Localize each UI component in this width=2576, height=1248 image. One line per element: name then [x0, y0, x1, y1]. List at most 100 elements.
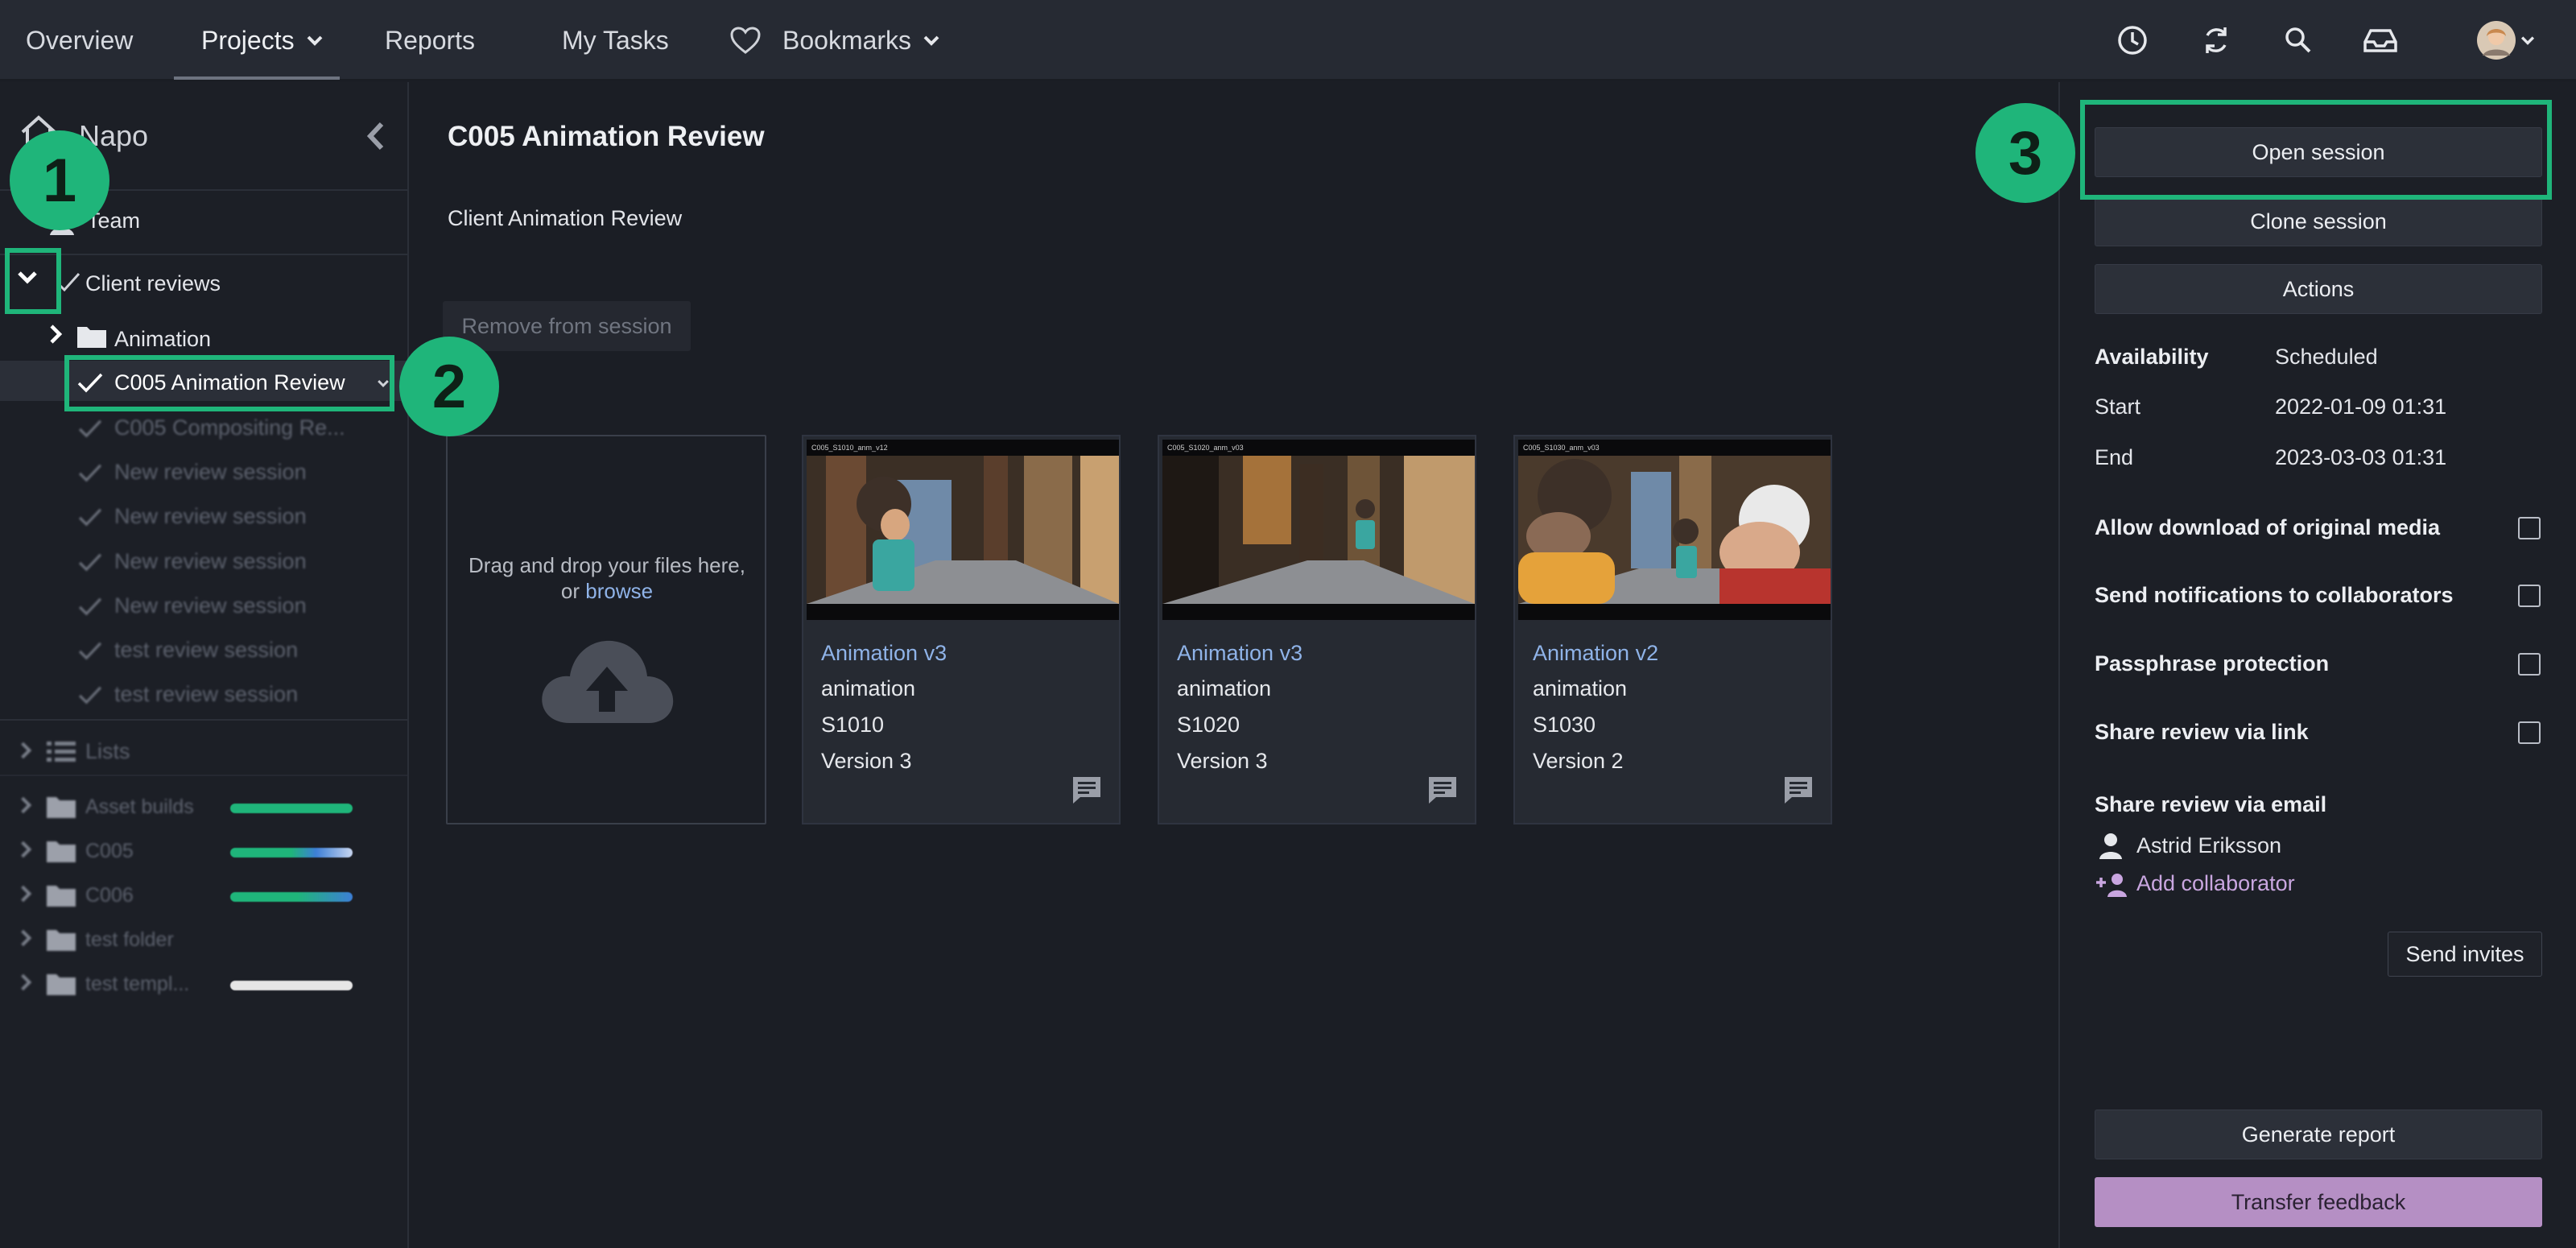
thumb-caption: C005_S1020_anm_v03: [1167, 444, 1244, 452]
send-notifications-checkbox[interactable]: [2518, 585, 2541, 607]
avatar[interactable]: [2475, 20, 2518, 60]
sidebar-item-animation[interactable]: Animation: [114, 327, 211, 352]
collaborator-name: Astrid Eriksson: [2136, 833, 2282, 857]
nav-projects[interactable]: Projects: [201, 0, 324, 81]
chevron-right-icon[interactable]: [19, 928, 32, 948]
chevron-right-icon[interactable]: [19, 840, 32, 859]
thumb-caption: C005_S1030_anm_v03: [1523, 444, 1600, 452]
search-icon[interactable]: [2278, 20, 2318, 60]
browse-link[interactable]: browse: [585, 579, 653, 603]
sidebar-session-item[interactable]: test review session: [114, 682, 298, 707]
availability-value[interactable]: Scheduled: [2275, 345, 2378, 370]
media-card[interactable]: C005_S1010_anm_v12 Animation v3 animatio…: [802, 435, 1121, 824]
allow-download-checkbox[interactable]: [2518, 517, 2541, 539]
media-name-link[interactable]: Animation v3: [821, 641, 947, 666]
progress-bar: [230, 892, 353, 902]
chevron-right-icon[interactable]: [19, 741, 32, 760]
sidebar-folder-c005[interactable]: C005: [85, 840, 134, 863]
media-card[interactable]: C005_S1020_anm_v03 Animation v3 animatio…: [1158, 435, 1476, 824]
remove-from-session-button[interactable]: Remove from session: [443, 301, 691, 351]
share-via-link-label: Share review via link: [2095, 720, 2309, 744]
comment-icon[interactable]: [1426, 775, 1459, 805]
dropzone[interactable]: Drag and drop your files here, or browse: [446, 435, 766, 824]
folder-icon: [45, 838, 77, 864]
chevron-right-icon[interactable]: [19, 795, 32, 815]
nav-overview[interactable]: Overview: [26, 0, 133, 81]
media-name-link[interactable]: Animation v2: [1533, 641, 1658, 666]
nav-my-tasks[interactable]: My Tasks: [562, 0, 669, 81]
folder-icon: [45, 971, 77, 997]
inbox-icon[interactable]: [2360, 20, 2401, 60]
share-via-email-label: Share review via email: [2095, 792, 2327, 816]
sidebar: [0, 82, 409, 1248]
media-type: animation: [821, 676, 916, 700]
share-via-link-checkbox[interactable]: [2518, 721, 2541, 744]
checkmark-icon: [77, 419, 103, 438]
chevron-right-icon[interactable]: [48, 324, 63, 345]
nav-bookmarks-label: Bookmarks: [782, 25, 912, 55]
start-value[interactable]: 2022-01-09 01:31: [2275, 395, 2446, 419]
sidebar-session-item[interactable]: New review session: [114, 460, 307, 485]
sidebar-folder-test-template[interactable]: test templ...: [85, 973, 189, 996]
sidebar-item-lists[interactable]: Lists: [85, 739, 130, 764]
chevron-right-icon[interactable]: [19, 973, 32, 992]
annotation-marker-2: 2: [399, 337, 499, 436]
sidebar-folder-test-folder[interactable]: test folder: [85, 928, 174, 952]
annotation-marker-1: 1: [10, 130, 109, 230]
send-invites-button[interactable]: Send invites: [2388, 932, 2542, 977]
progress-bar: [230, 848, 353, 857]
media-shot: S1010: [821, 713, 885, 737]
transfer-feedback-button[interactable]: Transfer feedback: [2095, 1177, 2542, 1227]
sidebar-session-item[interactable]: test review session: [114, 638, 298, 663]
collapse-sidebar-icon[interactable]: [364, 121, 386, 151]
media-version: Version 3: [821, 749, 912, 773]
clock-icon[interactable]: [2112, 20, 2153, 60]
chevron-down-icon: [306, 35, 324, 46]
annotation-highlight-3: [2080, 100, 2552, 200]
nav-projects-label: Projects: [201, 25, 295, 55]
chevron-down-icon[interactable]: [2518, 20, 2537, 60]
sidebar-item-client-reviews[interactable]: Client reviews: [85, 271, 221, 296]
media-type: animation: [1533, 676, 1628, 700]
media-thumbnail[interactable]: C005_S1020_anm_v03: [1162, 440, 1475, 620]
add-person-icon[interactable]: [2095, 871, 2130, 899]
generate-report-button[interactable]: Generate report: [2095, 1110, 2542, 1159]
allow-download-label: Allow download of original media: [2095, 515, 2441, 539]
dropzone-text: Drag and drop your files here, or browse: [464, 552, 750, 604]
sidebar-session-item[interactable]: New review session: [114, 504, 307, 529]
chevron-down-icon: [923, 35, 940, 46]
nav-bookmarks[interactable]: Bookmarks: [729, 0, 940, 81]
media-thumbnail[interactable]: C005_S1030_anm_v03: [1518, 440, 1831, 620]
sidebar-folder-c006[interactable]: C006: [85, 884, 134, 907]
end-value[interactable]: 2023-03-03 01:31: [2275, 445, 2446, 470]
person-icon: [2098, 833, 2124, 860]
sidebar-session-item[interactable]: C005 Compositing Re...: [114, 415, 345, 440]
sidebar-session-item[interactable]: New review session: [114, 593, 307, 618]
sync-icon[interactable]: [2196, 20, 2236, 60]
checkmark-icon: [77, 463, 103, 482]
actions-button[interactable]: Actions: [2095, 264, 2542, 314]
sidebar-folder-asset-builds[interactable]: Asset builds: [85, 795, 194, 819]
clone-session-button[interactable]: Clone session: [2095, 196, 2542, 246]
comment-icon[interactable]: [1071, 775, 1103, 805]
folder-icon: [76, 324, 108, 349]
add-collaborator-link[interactable]: Add collaborator: [2136, 871, 2295, 896]
nav-reports-label: Reports: [385, 25, 476, 55]
nav-overview-label: Overview: [26, 25, 134, 55]
nav-active-indicator: [174, 76, 340, 80]
media-version: Version 2: [1533, 749, 1624, 773]
sidebar-session-item[interactable]: New review session: [114, 549, 307, 574]
chevron-right-icon[interactable]: [19, 884, 32, 903]
media-name-link[interactable]: Animation v3: [1177, 641, 1302, 666]
folder-icon: [45, 794, 77, 820]
folder-icon: [45, 927, 77, 953]
progress-bar: [230, 804, 353, 813]
start-label: Start: [2095, 395, 2141, 419]
media-card[interactable]: C005_S1030_anm_v03 Animation v2 animatio…: [1513, 435, 1832, 824]
media-thumbnail[interactable]: C005_S1010_anm_v12: [807, 440, 1119, 620]
checkmark-icon: [77, 685, 103, 705]
comment-icon[interactable]: [1782, 775, 1814, 805]
nav-reports[interactable]: Reports: [385, 0, 475, 81]
page-subtitle: Client Animation Review: [448, 206, 683, 230]
passphrase-protection-checkbox[interactable]: [2518, 653, 2541, 676]
